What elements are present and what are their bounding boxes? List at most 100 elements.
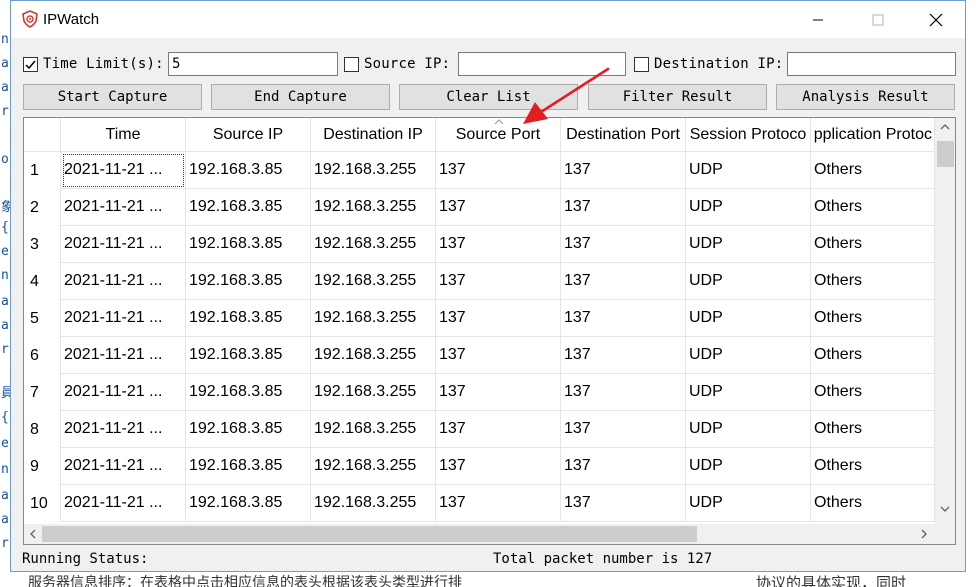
table-cell-time[interactable]: 2021-11-21 ... xyxy=(61,300,186,337)
source-ip-option[interactable]: Source IP: xyxy=(344,53,450,75)
table-cell-dport[interactable]: 137 xyxy=(561,152,686,189)
destination-ip-option[interactable]: Destination IP: xyxy=(634,53,783,75)
table-cell-dport[interactable]: 137 xyxy=(561,411,686,448)
table-cell-src[interactable]: 192.168.3.85 xyxy=(186,226,311,263)
header-session-protocol[interactable]: Session Protoco xyxy=(686,118,811,152)
table-cell-app[interactable]: Others xyxy=(811,374,935,411)
scroll-down-icon[interactable] xyxy=(940,506,950,512)
table-cell-time[interactable]: 2021-11-21 ... xyxy=(61,263,186,300)
source-ip-checkbox[interactable] xyxy=(344,56,359,72)
table-cell-sport[interactable]: 137 xyxy=(436,152,561,189)
table-cell-dst[interactable]: 192.168.3.255 xyxy=(311,337,436,374)
start-capture-button[interactable]: Start Capture xyxy=(23,84,202,110)
header-time[interactable]: Time xyxy=(61,118,186,152)
table-cell-dport[interactable]: 137 xyxy=(561,337,686,374)
vertical-scroll-thumb[interactable] xyxy=(937,141,954,167)
table-cell-dport[interactable]: 137 xyxy=(561,189,686,226)
table-cell-time[interactable]: 2021-11-21 ... xyxy=(61,448,186,485)
table-cell-dport[interactable]: 137 xyxy=(561,226,686,263)
table-cell-src[interactable]: 192.168.3.85 xyxy=(186,300,311,337)
header-destination-ip[interactable]: Destination IP xyxy=(311,118,436,152)
table-cell-app[interactable]: Others xyxy=(811,485,935,522)
table-cell-dport[interactable]: 137 xyxy=(561,263,686,300)
table-cell-session[interactable]: UDP xyxy=(686,337,811,374)
table-cell-dst[interactable]: 192.168.3.255 xyxy=(311,448,436,485)
end-capture-button[interactable]: End Capture xyxy=(211,84,390,110)
table-cell-session[interactable]: UDP xyxy=(686,411,811,448)
table-cell-session[interactable]: UDP xyxy=(686,485,811,522)
table-cell-session[interactable]: UDP xyxy=(686,374,811,411)
header-source-port[interactable]: Source Port xyxy=(436,118,561,152)
table-cell-sport[interactable]: 137 xyxy=(436,300,561,337)
table-cell-src[interactable]: 192.168.3.85 xyxy=(186,152,311,189)
table-cell-app[interactable]: Others xyxy=(811,189,935,226)
table-cell-session[interactable]: UDP xyxy=(686,152,811,189)
table-cell-time[interactable]: 2021-11-21 ... xyxy=(61,152,186,189)
table-cell-sport[interactable]: 137 xyxy=(436,411,561,448)
filter-result-button[interactable]: Filter Result xyxy=(588,84,767,110)
table-cell-sport[interactable]: 137 xyxy=(436,485,561,522)
table-cell-dst[interactable]: 192.168.3.255 xyxy=(311,189,436,226)
time-limit-input[interactable] xyxy=(168,52,338,76)
header-application-protocol[interactable]: pplication Protoc xyxy=(811,118,935,152)
table-cell-time[interactable]: 2021-11-21 ... xyxy=(61,189,186,226)
table-cell-dport[interactable]: 137 xyxy=(561,448,686,485)
table-cell-app[interactable]: Others xyxy=(811,226,935,263)
table-cell-dst[interactable]: 192.168.3.255 xyxy=(311,300,436,337)
table-cell-time[interactable]: 2021-11-21 ... xyxy=(61,226,186,263)
header-destination-port[interactable]: Destination Port xyxy=(561,118,686,152)
table-cell-session[interactable]: UDP xyxy=(686,263,811,300)
table-cell-session[interactable]: UDP xyxy=(686,226,811,263)
time-limit-checkbox[interactable] xyxy=(23,56,38,72)
clear-list-button[interactable]: Clear List xyxy=(399,84,578,110)
destination-ip-checkbox[interactable] xyxy=(634,56,649,72)
table-cell-sport[interactable]: 137 xyxy=(436,337,561,374)
table-cell-session[interactable]: UDP xyxy=(686,448,811,485)
table-cell-src[interactable]: 192.168.3.85 xyxy=(186,337,311,374)
table-cell-time[interactable]: 2021-11-21 ... xyxy=(61,337,186,374)
table-cell-app[interactable]: Others xyxy=(811,300,935,337)
table-cell-dst[interactable]: 192.168.3.255 xyxy=(311,263,436,300)
table-cell-dport[interactable]: 137 xyxy=(561,300,686,337)
scroll-left-icon[interactable] xyxy=(30,529,36,539)
table-cell-src[interactable]: 192.168.3.85 xyxy=(186,263,311,300)
table-cell-app[interactable]: Others xyxy=(811,337,935,374)
table-cell-sport[interactable]: 137 xyxy=(436,189,561,226)
table-cell-sport[interactable]: 137 xyxy=(436,226,561,263)
time-limit-option[interactable]: Time Limit(s): xyxy=(23,53,164,75)
table-cell-time[interactable]: 2021-11-21 ... xyxy=(61,374,186,411)
analysis-result-button[interactable]: Analysis Result xyxy=(776,84,955,110)
scroll-right-icon[interactable] xyxy=(921,529,927,539)
table-cell-dport[interactable]: 137 xyxy=(561,374,686,411)
vertical-scrollbar[interactable] xyxy=(935,118,955,526)
table-cell-src[interactable]: 192.168.3.85 xyxy=(186,448,311,485)
close-button[interactable] xyxy=(907,1,965,38)
header-source-ip[interactable]: Source IP xyxy=(186,118,311,152)
table-cell-time[interactable]: 2021-11-21 ... xyxy=(61,485,186,522)
table-cell-sport[interactable]: 137 xyxy=(436,448,561,485)
table-cell-dst[interactable]: 192.168.3.255 xyxy=(311,374,436,411)
table-cell-dst[interactable]: 192.168.3.255 xyxy=(311,226,436,263)
table-cell-dst[interactable]: 192.168.3.255 xyxy=(311,152,436,189)
table-cell-dst[interactable]: 192.168.3.255 xyxy=(311,411,436,448)
destination-ip-input[interactable] xyxy=(787,52,956,76)
table-cell-sport[interactable]: 137 xyxy=(436,374,561,411)
table-cell-dport[interactable]: 137 xyxy=(561,485,686,522)
table-cell-app[interactable]: Others xyxy=(811,263,935,300)
source-ip-input[interactable] xyxy=(458,52,626,76)
table-cell-src[interactable]: 192.168.3.85 xyxy=(186,374,311,411)
table-cell-src[interactable]: 192.168.3.85 xyxy=(186,485,311,522)
table-cell-time[interactable]: 2021-11-21 ... xyxy=(61,411,186,448)
maximize-button[interactable] xyxy=(849,1,907,38)
table-cell-session[interactable]: UDP xyxy=(686,300,811,337)
table-cell-app[interactable]: Others xyxy=(811,152,935,189)
table-cell-sport[interactable]: 137 xyxy=(436,263,561,300)
scroll-up-icon[interactable] xyxy=(940,124,950,130)
table-cell-app[interactable]: Others xyxy=(811,411,935,448)
table-cell-dst[interactable]: 192.168.3.255 xyxy=(311,485,436,522)
horizontal-scroll-thumb[interactable] xyxy=(42,526,697,542)
minimize-button[interactable] xyxy=(789,1,847,38)
table-cell-app[interactable]: Others xyxy=(811,448,935,485)
table-cell-session[interactable]: UDP xyxy=(686,189,811,226)
table-cell-src[interactable]: 192.168.3.85 xyxy=(186,411,311,448)
